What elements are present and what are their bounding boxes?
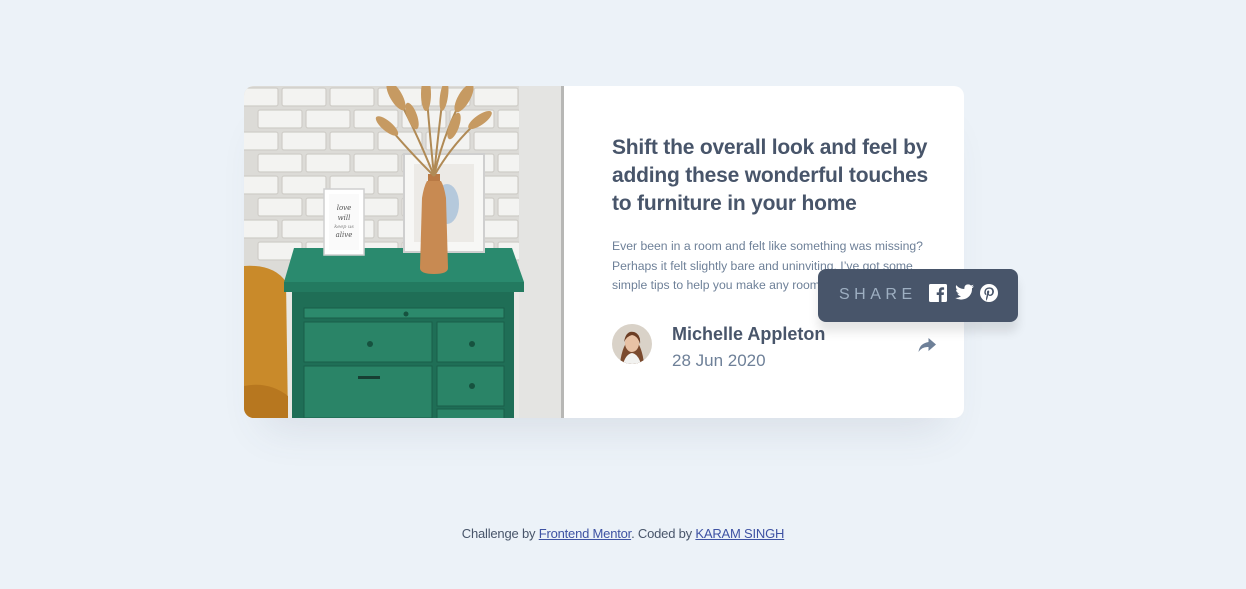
facebook-icon[interactable] — [929, 284, 949, 304]
footer-prefix: Challenge by — [461, 526, 536, 541]
frontend-mentor-link[interactable]: Frontend Mentor — [539, 526, 632, 541]
share-arrow-icon — [916, 338, 938, 360]
footer-attribution: Challenge by Frontend Mentor. Coded by K… — [0, 525, 1246, 543]
svg-text:love: love — [337, 204, 352, 212]
author-name: Michelle Appleton — [672, 324, 826, 344]
pinterest-icon[interactable] — [980, 284, 1000, 304]
share-label: SHARE — [839, 286, 917, 303]
svg-text:alive: alive — [336, 231, 353, 239]
footer-middle: . Coded by — [631, 526, 692, 541]
author-link[interactable]: KARAM SINGH — [695, 526, 784, 541]
svg-text:will: will — [338, 214, 351, 222]
article-title: Shift the overall look and feel by addin… — [612, 136, 929, 215]
twitter-icon[interactable] — [955, 284, 975, 304]
article-content: Shift the overall look and feel by addin… — [612, 86, 952, 418]
share-tooltip: SHARE — [818, 269, 1018, 322]
author-info: Michelle Appleton 28 Jun 2020 — [612, 323, 940, 370]
drawers-image: love will keep us alive — [244, 86, 564, 418]
article-card: love will keep us alive Shift the overal… — [244, 86, 964, 418]
post-date: 28 Jun 2020 — [672, 351, 766, 370]
svg-text:keep us: keep us — [334, 224, 354, 230]
avatar — [612, 324, 652, 364]
share-button[interactable] — [916, 334, 938, 356]
